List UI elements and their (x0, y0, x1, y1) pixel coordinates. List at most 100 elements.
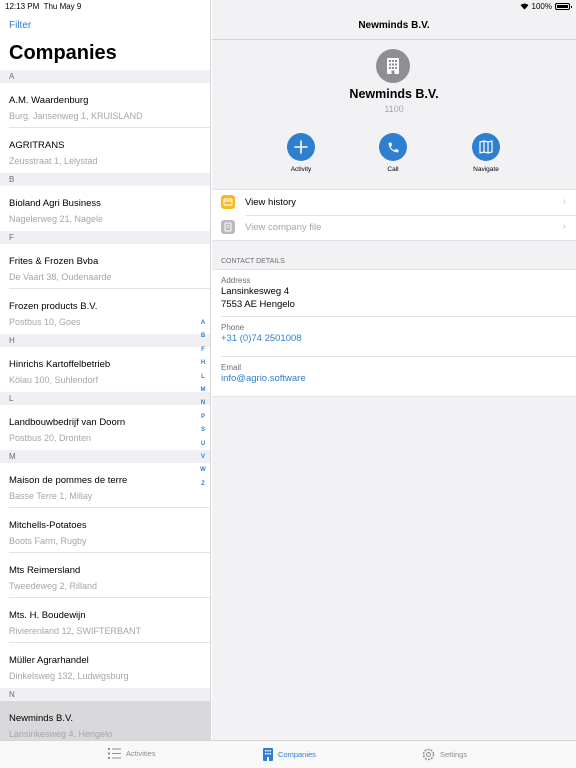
company-name: Hinrichs Kartoffelbetrieb (9, 359, 111, 370)
page-title: Companies (9, 42, 117, 64)
company-address: Dinkelsweg 132, Ludwigsburg (9, 671, 129, 681)
phone-label: Phone (221, 323, 245, 332)
index-letter[interactable]: Z (198, 481, 208, 494)
section-header-n: N (0, 688, 210, 701)
index-letter[interactable]: B (198, 333, 208, 346)
list-item[interactable]: Mitchells-Potatoes Boots Farm, Rugby (9, 508, 210, 553)
address-row[interactable]: Address Lansinkesweg 4 7553 AE Hengelo (221, 270, 576, 317)
contact-details: Address Lansinkesweg 4 7553 AE Hengelo P… (212, 269, 576, 397)
company-name: Bioland Agri Business (9, 198, 101, 209)
company-address: Postbus 20, Dronten (9, 433, 92, 443)
tab-bar: Activities Companies Settings (0, 740, 576, 768)
list-item[interactable]: Mts. H. Boudewijn Rivierenland 12, SWIFT… (9, 598, 210, 643)
navigate-label: Navigate (473, 166, 499, 173)
status-time: 12:13 PM (5, 2, 40, 11)
address-label: Address (221, 276, 251, 285)
list-item[interactable]: A.M. Waardenburg Burg. Jansenweg 1, KRUI… (9, 83, 210, 128)
index-letter[interactable]: L (198, 374, 208, 387)
email-row[interactable]: Email info@agrio.software (221, 357, 576, 396)
wifi-icon (520, 3, 528, 10)
list-item-selected[interactable]: Newminds B.V. Lansinkesweg 4, Hengelo (0, 701, 210, 740)
activity-button[interactable]: Activity (271, 133, 331, 173)
list-item[interactable]: Hinrichs Kartoffelbetrieb Kölau 100, Suh… (9, 347, 210, 392)
battery-icon (555, 3, 572, 10)
company-address: De Vaart 38, Oudenaarde (9, 272, 112, 282)
view-company-file-row[interactable]: View company file › (212, 215, 576, 240)
list-item[interactable]: AGRITRANS Zeusstraat 1, Lelystad (9, 128, 210, 173)
list-item[interactable]: Müller Agrarhandel Dinkelsweg 132, Ludwi… (9, 643, 210, 688)
list-item[interactable]: Maison de pommes de terre Basse Terre 1,… (9, 463, 210, 508)
company-name: Mts. H. Boudewijn (9, 610, 86, 621)
gear-icon (422, 748, 435, 761)
tab-settings[interactable]: Settings (422, 748, 467, 761)
tab-activities-label: Activities (126, 749, 156, 758)
tab-companies[interactable]: Companies (263, 748, 316, 761)
list-item[interactable]: Landbouwbedrijf van Doorn Postbus 20, Dr… (9, 405, 210, 450)
chevron-right-icon: › (562, 196, 566, 207)
navigate-button[interactable]: Navigate (456, 133, 516, 173)
call-button[interactable]: Call (363, 133, 423, 173)
email-link[interactable]: info@agrio.software (221, 372, 576, 385)
company-title: Newminds B.V. (349, 87, 439, 101)
index-letter[interactable]: S (198, 427, 208, 440)
section-header-l: L (0, 392, 210, 405)
section-header-h: H (0, 334, 210, 347)
company-number: 1100 (384, 104, 404, 114)
company-name: AGRITRANS (9, 140, 65, 151)
index-letter[interactable]: H (198, 360, 208, 373)
phone-row[interactable]: Phone +31 (0)74 2501008 (221, 317, 576, 357)
company-name: Maison de pommes de terre (9, 475, 128, 486)
company-address: Lansinkesweg 4, Hengelo (9, 729, 113, 739)
index-letter[interactable]: U (198, 441, 208, 454)
company-name: Mitchells-Potatoes (9, 520, 87, 531)
list-item[interactable]: Frites & Frozen Bvba De Vaart 38, Oudena… (9, 244, 210, 289)
phone-icon (379, 133, 407, 161)
section-header-f: F (0, 231, 210, 244)
tab-settings-label: Settings (440, 750, 468, 759)
company-name: Newminds B.V. (9, 713, 74, 724)
view-history-label: View history (245, 197, 297, 208)
index-letter[interactable]: V (198, 454, 208, 467)
phone-link[interactable]: +31 (0)74 2501008 (221, 332, 576, 345)
company-address: Burg. Jansenweg 1, KRUISLAND (9, 111, 143, 121)
list-item[interactable]: Bioland Agri Business Nagelerweg 21, Nag… (9, 186, 210, 231)
index-letter[interactable]: N (198, 400, 208, 413)
company-list: A A.M. Waardenburg Burg. Jansenweg 1, KR… (0, 70, 210, 740)
building-icon (376, 49, 410, 83)
company-address: Basse Terre 1, Millay (9, 491, 93, 501)
company-address: Zeusstraat 1, Lelystad (9, 156, 98, 166)
filter-button[interactable]: Filter (9, 20, 31, 31)
company-list-pane: Filter Companies A A.M. Waardenburg Burg… (0, 0, 211, 740)
tab-activities[interactable]: Activities (108, 748, 156, 759)
list-icon (108, 748, 121, 759)
section-header-m: M (0, 450, 210, 463)
company-name: A.M. Waardenburg (9, 95, 89, 106)
list-item[interactable]: Frozen products B.V. Postbus 10, Goes (9, 289, 210, 334)
nav-divider (212, 39, 576, 40)
list-item[interactable]: Mts Reimersland Tweedeweg 2, Rilland (9, 553, 210, 598)
section-header-a: A (0, 70, 210, 83)
index-letter[interactable]: W (198, 467, 208, 480)
company-name: Frites & Frozen Bvba (9, 256, 99, 267)
status-bar: 12:13 PM Thu May 9 100% (0, 0, 576, 12)
company-address: Boots Farm, Rugby (9, 536, 87, 546)
company-name: Landbouwbedrijf van Doorn (9, 417, 126, 428)
action-menu: View history › View company file › (212, 189, 576, 241)
contact-details-header: CONTACT DETAILS (221, 258, 285, 265)
section-index[interactable]: A B F H L M N P S U V W Z (198, 320, 208, 494)
index-letter[interactable]: A (198, 320, 208, 333)
address-line1: Lansinkesweg 4 (221, 286, 290, 297)
plus-icon (287, 133, 315, 161)
index-letter[interactable]: M (198, 387, 208, 400)
view-history-row[interactable]: View history › (212, 190, 576, 215)
company-address: Postbus 10, Goes (9, 317, 81, 327)
section-header-b: B (0, 173, 210, 186)
index-letter[interactable]: F (198, 347, 208, 360)
tab-companies-label: Companies (278, 750, 316, 759)
battery-percent: 100% (531, 2, 552, 11)
company-address: Tweedeweg 2, Rilland (9, 581, 98, 591)
map-icon (472, 133, 500, 161)
index-letter[interactable]: P (198, 414, 208, 427)
nav-title: Newminds B.V. (358, 20, 430, 31)
document-icon (221, 220, 235, 234)
